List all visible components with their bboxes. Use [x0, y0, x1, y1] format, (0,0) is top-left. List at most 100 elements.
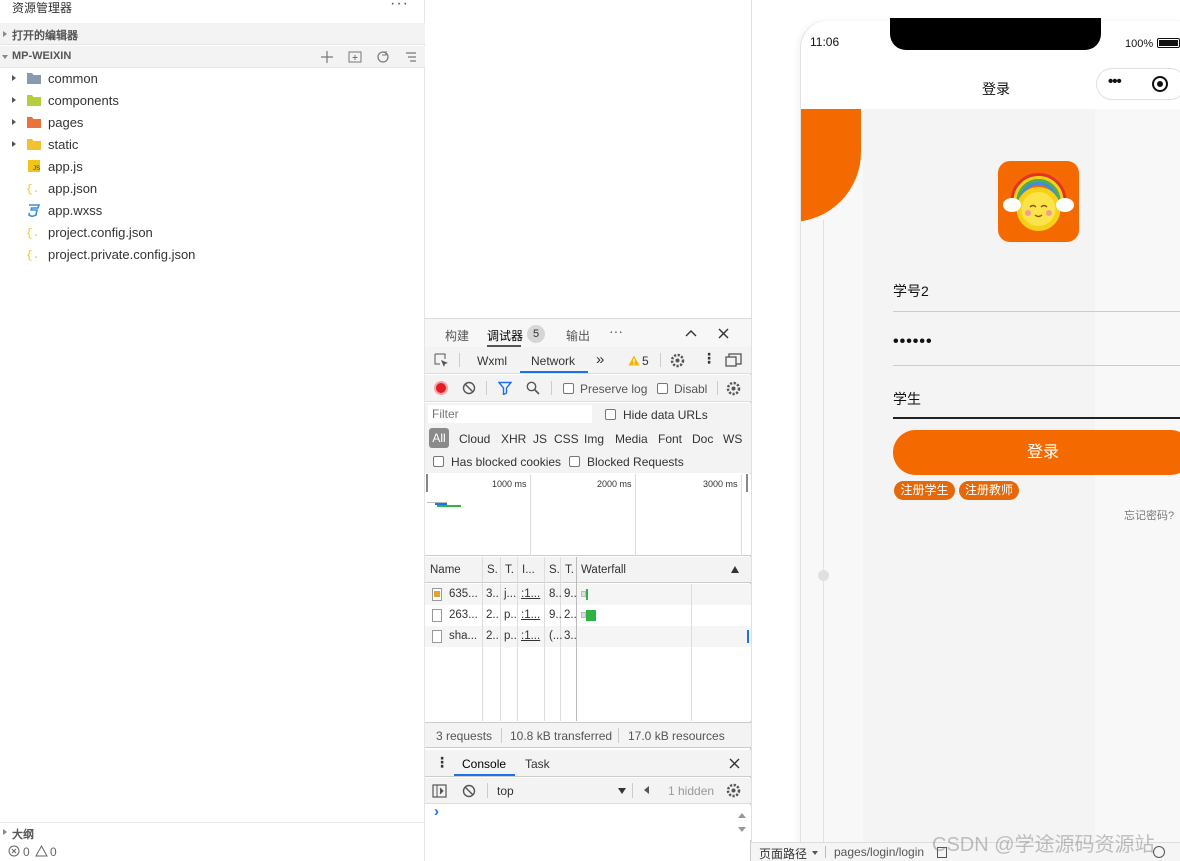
col-name[interactable]: Name	[430, 564, 461, 576]
chevron-right-icon[interactable]	[12, 97, 16, 103]
type-xhr-button[interactable]: XHR	[501, 432, 526, 446]
inspect-element-icon[interactable]	[434, 353, 449, 368]
chevron-right-icon[interactable]	[12, 119, 16, 125]
tree-item[interactable]: JS app.js	[0, 155, 425, 177]
overview-handle[interactable]	[746, 474, 748, 492]
forgot-password-link[interactable]: 忘记密码?	[1124, 507, 1174, 523]
clear-console-icon[interactable]	[462, 784, 476, 798]
role-picker[interactable]: 学生	[893, 389, 921, 409]
network-overview[interactable]: 1000 ms 2000 ms 3000 ms	[425, 474, 751, 556]
kebab-menu-icon[interactable]: ⋮	[702, 350, 716, 367]
type-media-button[interactable]: Media	[615, 432, 648, 446]
dropdown-arrow-icon[interactable]	[812, 851, 818, 855]
search-icon[interactable]	[526, 381, 540, 395]
type-css-button[interactable]: CSS	[554, 432, 579, 446]
chevron-right-icon[interactable]	[12, 75, 16, 81]
collapse-all-icon[interactable]	[403, 49, 419, 65]
type-font-button[interactable]: Font	[658, 432, 682, 446]
new-file-icon[interactable]	[319, 49, 335, 65]
disable-cache-checkbox[interactable]	[657, 383, 668, 394]
type-cloud-button[interactable]: Cloud	[459, 432, 490, 446]
chevron-left-icon[interactable]	[644, 786, 649, 794]
refresh-icon[interactable]	[375, 49, 391, 65]
more-menu-button[interactable]: •••	[1108, 73, 1122, 90]
blocked-requests-checkbox[interactable]	[569, 456, 580, 467]
error-count[interactable]: 0	[23, 845, 30, 859]
tree-item[interactable]: static	[0, 133, 425, 155]
new-folder-icon[interactable]	[347, 49, 363, 65]
tab-console[interactable]: Console	[462, 757, 506, 771]
gear-icon[interactable]	[670, 353, 685, 368]
explorer-more-button[interactable]: ···	[390, 0, 409, 13]
password-input[interactable]: ••••••	[893, 333, 933, 351]
chevron-up-icon[interactable]	[685, 329, 697, 337]
filter-input[interactable]	[428, 405, 592, 423]
col-waterfall[interactable]: Waterfall	[581, 564, 626, 576]
type-img-button[interactable]: Img	[584, 432, 604, 446]
blocked-cookies-checkbox[interactable]	[433, 456, 444, 467]
tree-item[interactable]: app.wxss	[0, 199, 425, 221]
tree-item[interactable]: pages	[0, 111, 425, 133]
project-section[interactable]: MP-WEIXIN	[0, 46, 425, 68]
sort-ascending-icon[interactable]	[731, 566, 739, 573]
close-drawer-icon[interactable]	[729, 758, 740, 769]
dropdown-arrow-icon[interactable]	[618, 788, 626, 794]
tree-item[interactable]: {..} app.json	[0, 177, 425, 199]
chevron-right-icon[interactable]	[12, 141, 16, 147]
tree-item[interactable]: components	[0, 89, 425, 111]
col-initiator[interactable]: I...	[522, 564, 535, 576]
tree-item[interactable]: {..} project.private.config.json	[0, 243, 425, 265]
record-icon[interactable]	[434, 381, 448, 395]
hide-data-urls-checkbox[interactable]	[605, 409, 616, 420]
drawer-menu-icon[interactable]: ⋮	[435, 754, 449, 771]
col-size[interactable]: S.	[549, 564, 560, 576]
tab-output[interactable]: 输出	[566, 327, 590, 344]
tab-build[interactable]: 构建	[445, 327, 469, 344]
close-icon[interactable]	[718, 328, 729, 339]
request-row[interactable]: 635... 3.. j...:1... 8.. 9..	[425, 584, 751, 605]
student-id-input[interactable]: 学号2	[893, 281, 929, 301]
request-row[interactable]: sha... 2.. p..:1... (... 3..	[425, 626, 751, 647]
col-type[interactable]: T.	[505, 564, 514, 576]
tab-network[interactable]: Network	[531, 354, 575, 368]
warning-icon[interactable]	[628, 355, 640, 366]
register-teacher-button[interactable]: 注册教师	[959, 481, 1019, 500]
request-row[interactable]: 263... 2.. p..:1... 9.. 2..	[425, 605, 751, 626]
scroll-up-icon[interactable]	[738, 813, 746, 818]
open-editors-section[interactable]: 打开的编辑器	[0, 23, 425, 45]
sidebar-toggle-icon[interactable]	[432, 784, 447, 798]
type-js-button[interactable]: JS	[533, 432, 547, 446]
tree-item[interactable]: {..} project.config.json	[0, 221, 425, 243]
scroll-down-icon[interactable]	[738, 827, 746, 832]
col-status[interactable]: S.	[487, 564, 498, 576]
more-panels-button[interactable]: »	[596, 351, 604, 368]
filter-icon[interactable]	[498, 381, 512, 395]
close-miniapp-icon[interactable]	[1152, 76, 1168, 92]
gear-icon[interactable]	[726, 381, 741, 396]
warning-count[interactable]: 0	[50, 845, 57, 859]
hidden-count[interactable]: 1 hidden	[668, 784, 714, 798]
cell-initiator[interactable]: :1...	[521, 609, 540, 621]
console-input-area[interactable]: ›	[425, 803, 751, 840]
login-button[interactable]: 登录	[893, 430, 1180, 475]
cell-initiator[interactable]: :1...	[521, 630, 540, 642]
tab-task[interactable]: Task	[525, 757, 550, 771]
preserve-log-checkbox[interactable]	[563, 383, 574, 394]
clear-icon[interactable]	[462, 381, 476, 395]
page-path-label[interactable]: 页面路径	[759, 845, 807, 861]
tab-debugger[interactable]: 调试器	[487, 327, 523, 344]
scroll-thumb[interactable]	[818, 570, 829, 581]
type-ws-button[interactable]: WS	[723, 432, 742, 446]
gear-icon[interactable]	[726, 783, 741, 798]
outline-section[interactable]: 大纲	[0, 822, 425, 842]
dock-icon[interactable]	[725, 353, 742, 367]
col-time[interactable]: T.	[565, 564, 574, 576]
tab-wxml[interactable]: Wxml	[477, 354, 507, 368]
type-all-button[interactable]: All	[429, 428, 449, 448]
more-tabs-button[interactable]: ···	[609, 323, 623, 339]
cell-initiator[interactable]: :1...	[521, 588, 540, 600]
tree-item[interactable]: common	[0, 67, 425, 89]
overview-handle[interactable]	[426, 474, 428, 492]
warning-count[interactable]: 5	[642, 354, 649, 368]
type-doc-button[interactable]: Doc	[692, 432, 713, 446]
